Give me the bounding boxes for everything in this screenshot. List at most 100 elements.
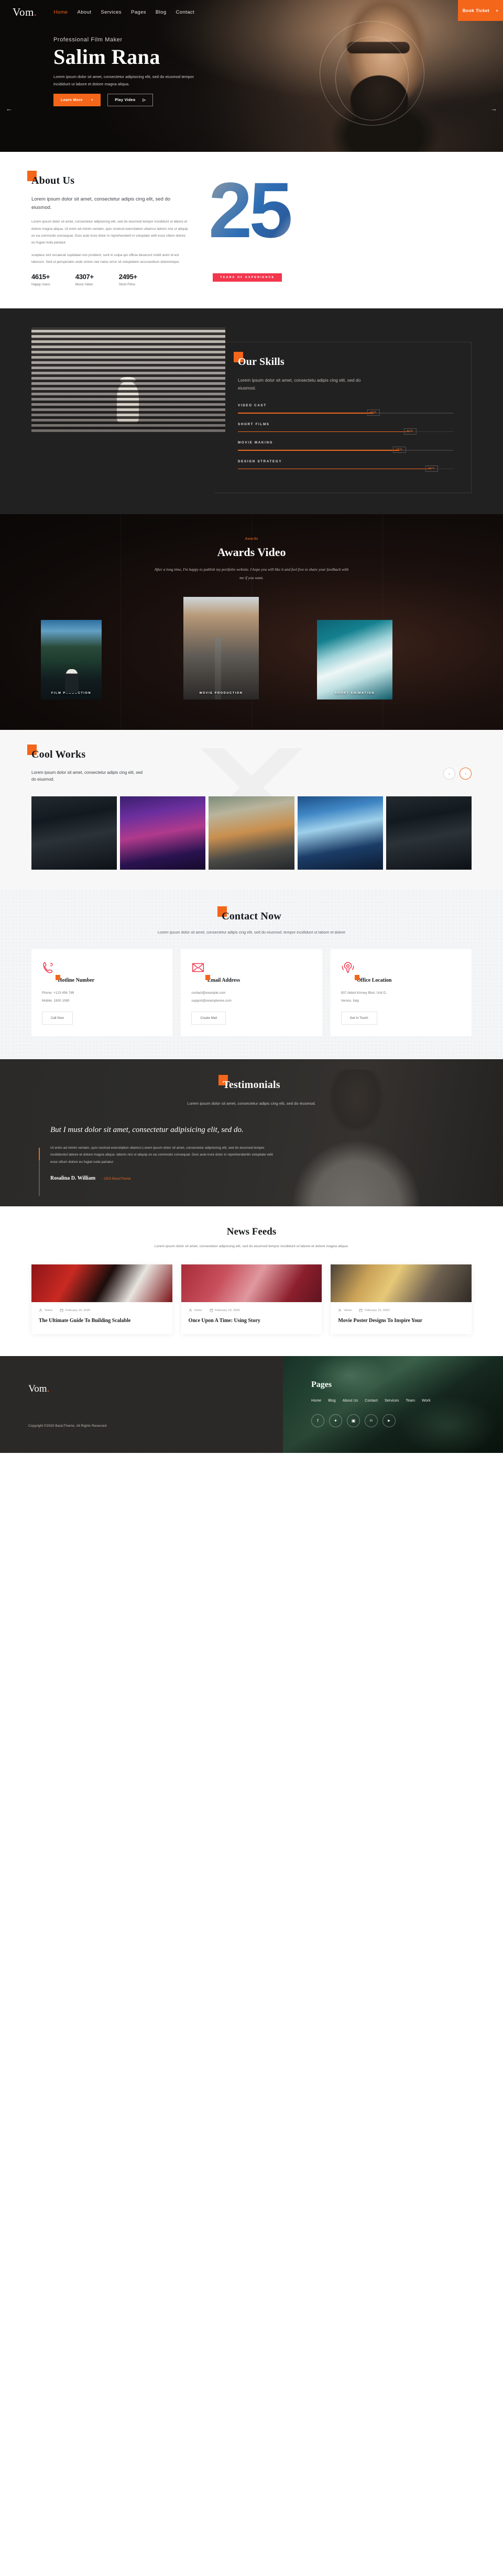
work-poster-alita[interactable] [297, 796, 383, 870]
testimonials-title: Testimonials [223, 1079, 280, 1091]
contact-cards: Hotline Number Phone: +123 456 789 Mobil… [31, 949, 472, 1037]
works-title: Cool Works [31, 748, 86, 760]
location-icon [342, 962, 354, 974]
news-date: February 10, 2020 [60, 1308, 90, 1312]
testimonial-role: - CEO BasicTheme [102, 1177, 131, 1181]
years-number: 25 [209, 171, 472, 249]
hero-buttons: Learn More + Play Video ▷ [53, 94, 503, 107]
footer-link-blog[interactable]: Blog [328, 1398, 335, 1403]
news-card-title[interactable]: The Ultimate Guide To Building Scalable [39, 1317, 165, 1325]
work-poster-venom-2[interactable] [386, 796, 472, 870]
skill-item-video-cast: VIDEO CAST 63% [238, 404, 453, 416]
news-author-name: Vome [344, 1308, 352, 1312]
skills-title: Our Skills [238, 356, 285, 368]
footer-link-team[interactable]: Team [406, 1398, 415, 1403]
facebook-icon[interactable]: f [311, 1414, 324, 1428]
footer-logo-text: Vom [28, 1383, 47, 1395]
hero-content: Professional Film Maker Salim Rana Lorem… [0, 24, 503, 107]
stat-value: 2495+ [118, 273, 137, 281]
stat-value: 4615+ [31, 273, 50, 281]
testimonial-item: But I must dolor sit amet, consectetur a… [31, 1124, 472, 1196]
skills-content: Our Skills Lorem ipsum dolor sit amet, c… [215, 342, 472, 494]
works-heading: Cool Works [27, 744, 86, 761]
nav-item-about[interactable]: About [78, 9, 92, 15]
nav-item-home[interactable]: Home [54, 9, 68, 15]
work-poster-venom[interactable] [31, 796, 117, 870]
youtube-icon[interactable]: ▶ [382, 1414, 396, 1428]
linkedin-icon[interactable]: in [365, 1414, 378, 1428]
calendar-icon [60, 1308, 63, 1312]
stat-label: Happy Users [31, 283, 50, 287]
about-years-graphic: 25 YEARS OF EXPERIENCE [209, 171, 472, 282]
about-paragraph-2: xcepteur sint occaecat cupidatat non pro… [31, 253, 180, 264]
user-icon [338, 1308, 342, 1312]
footer-link-home[interactable]: Home [311, 1398, 321, 1403]
news-meta: Vome February 10, 2020 [39, 1308, 165, 1312]
about-heading: About Us [27, 171, 74, 187]
award-card-short-animation[interactable]: SHORT ANIMATION [317, 619, 392, 699]
skills-heading: Our Skills [234, 352, 285, 368]
twitter-icon[interactable]: ✦ [329, 1414, 342, 1428]
news-card-title[interactable]: Once Upon A Time: Using Story [189, 1317, 315, 1325]
news-thumbnail [31, 1264, 172, 1303]
nav-item-pages[interactable]: Pages [131, 9, 146, 15]
call-now-button[interactable]: Call Now [42, 1012, 73, 1025]
nav-item-contact[interactable]: Contact [176, 9, 195, 15]
create-mail-button[interactable]: Create Mail [191, 1012, 226, 1025]
contact-card-title: Email Address [205, 974, 240, 983]
footer-link-contact[interactable]: Contact [365, 1398, 378, 1403]
footer-topo-pattern [0, 1356, 283, 1453]
hero-next-arrow[interactable]: → [490, 105, 497, 113]
news-card[interactable]: Vome February 10, 2020 The Ultimate Guid… [31, 1264, 172, 1335]
news-meta: Vome February 10, 2020 [189, 1308, 315, 1312]
learn-more-button[interactable]: Learn More + [53, 94, 101, 107]
instagram-icon[interactable]: ▣ [347, 1414, 360, 1428]
testimonial-text: Ut enim ad minim veniam, quis nostrud ex… [50, 1146, 273, 1164]
footer-logo[interactable]: Vom. [28, 1383, 283, 1395]
contact-card-location: Office Location 937 Abbot Kinney Blvd. U… [330, 949, 472, 1037]
book-ticket-button[interactable]: Book Ticket + [458, 0, 503, 21]
works-next-button[interactable]: › [460, 768, 472, 780]
works-lead: Lorem ipsum dolor sit amet, consectetur … [31, 770, 143, 782]
footer-link-about-us[interactable]: About Us [343, 1398, 358, 1403]
award-card-caption: SHORT ANIMATION [334, 691, 375, 695]
testimonial-accent-bar [39, 1147, 40, 1196]
contact-card-line: support@exampleone.com [191, 998, 232, 1003]
nav-item-services[interactable]: Services [101, 9, 122, 15]
works-text: Cool Works Lorem ipsum dolor sit amet, c… [27, 744, 144, 783]
mail-icon [192, 963, 204, 972]
award-card-movie-production[interactable]: MOVIE PRODUCTION [183, 596, 259, 699]
skill-fill [238, 450, 400, 451]
play-icon: ▷ [143, 98, 146, 103]
book-ticket-label: Book Ticket [462, 8, 490, 13]
hero-prev-arrow[interactable]: ← [6, 105, 13, 113]
footer-link-services[interactable]: Services [385, 1398, 399, 1403]
nav-item-blog[interactable]: Blog [156, 9, 167, 15]
contact-section: Contact Now Lorem ipsum dolor sit amet, … [0, 890, 503, 1060]
play-video-button[interactable]: Play Video ▷ [107, 94, 154, 107]
news-card[interactable]: Vome February 10, 2020 Once Upon A Time:… [181, 1264, 322, 1335]
contact-card-email: Email Address contact@example.com suppor… [181, 949, 322, 1037]
top-navigation-bar: Vom. Home About Services Pages Blog Cont… [0, 0, 503, 24]
award-card-caption: FILM PRODUCTION [51, 691, 92, 695]
footer-right-panel: Pages Home Blog About Us Contact Service… [283, 1356, 503, 1453]
footer-logo-dot: . [47, 1383, 50, 1395]
award-card-film-production[interactable]: FILM PRODUCTION [41, 619, 102, 699]
skill-item-short-films: SHORT FILMS 80% [238, 423, 453, 435]
get-in-touch-button[interactable]: Get In Touch [341, 1012, 377, 1025]
work-poster-avengers-endgame[interactable] [120, 796, 206, 870]
footer-link-work[interactable]: Work [422, 1398, 431, 1403]
contact-card-line: 937 Abbot Kinney Blvd. Unit D, [341, 991, 387, 995]
works-prev-button[interactable]: ‹ [443, 768, 455, 780]
about-section: About Us Lorem ipsum dolor sit amet, con… [0, 152, 503, 309]
skill-percent: 63% [367, 409, 380, 416]
accent-square [56, 974, 61, 980]
news-card-title[interactable]: Movie Poster Designs To Inspire Your [338, 1317, 464, 1325]
skill-item-movie-making: MOVIE MAKING 75% [238, 441, 453, 453]
news-card[interactable]: Vome February 10, 2020 Movie Poster Desi… [331, 1264, 472, 1335]
brand-logo[interactable]: Vom. [13, 6, 37, 19]
contact-title: Contact Now [222, 911, 281, 923]
contact-card-line: contact@example.com [191, 991, 226, 995]
skill-track: 63% [238, 409, 453, 416]
work-poster-skjelvet[interactable] [209, 796, 294, 870]
